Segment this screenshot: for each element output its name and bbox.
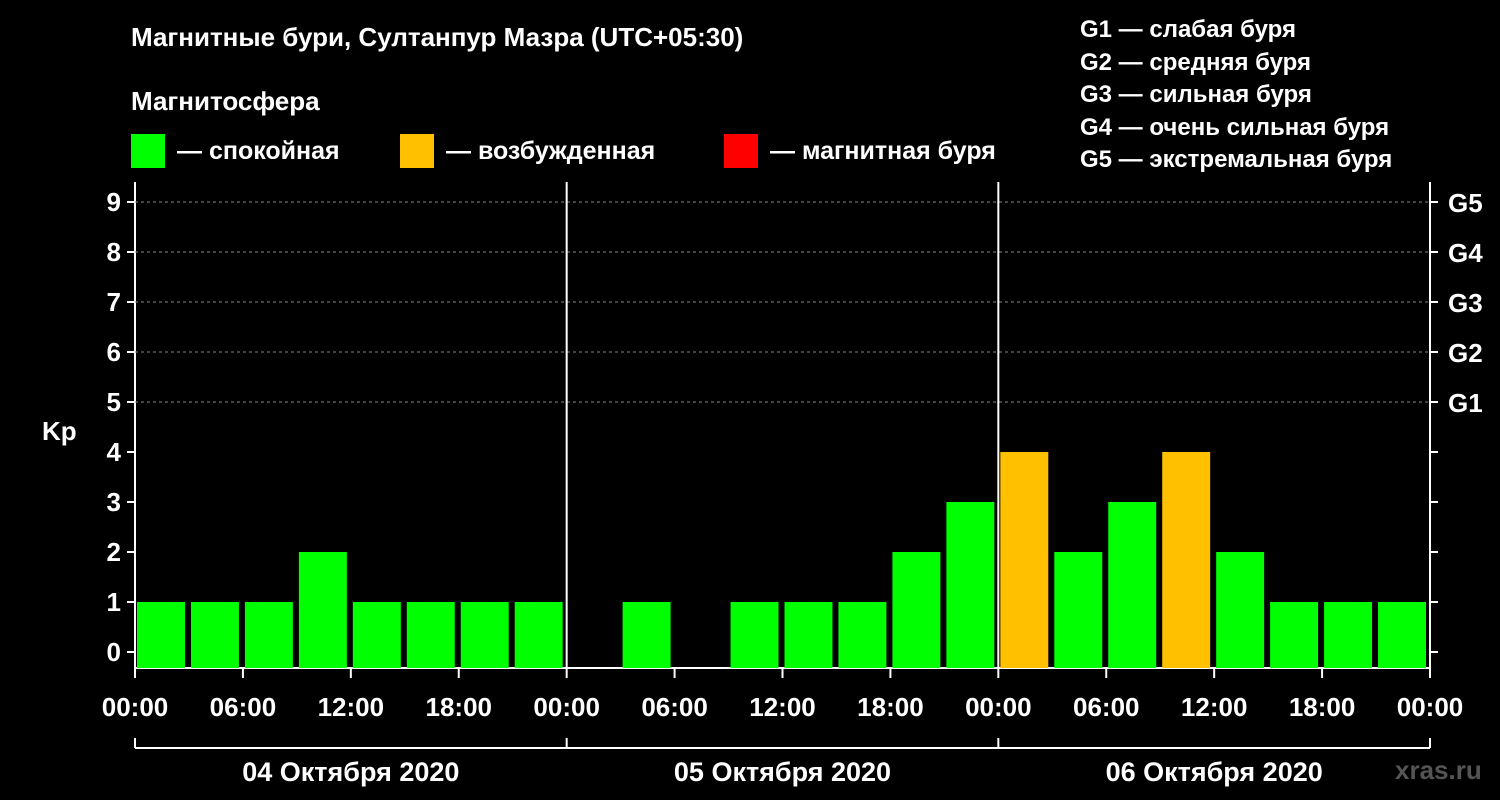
day-label: 04 Октября 2020	[242, 757, 459, 787]
y-tick-label: 8	[107, 237, 121, 267]
kp-bar	[137, 602, 185, 668]
g-level-label: G4	[1448, 238, 1483, 268]
kp-bar	[1378, 602, 1426, 668]
kp-bar	[1162, 452, 1211, 668]
x-tick-label: 00:00	[533, 692, 600, 722]
y-tick-label: 7	[107, 287, 121, 317]
x-tick-label: 00:00	[965, 692, 1032, 722]
kp-bar	[190, 602, 239, 668]
kp-bar	[406, 602, 455, 668]
g-level-label: G2	[1448, 338, 1483, 368]
kp-bar	[1054, 552, 1103, 668]
kp-bar	[1000, 452, 1049, 668]
watermark: xras.ru	[1395, 755, 1482, 785]
x-tick-label: 12:00	[749, 692, 816, 722]
kp-bar	[1216, 552, 1265, 668]
kp-bar	[514, 602, 563, 668]
y-tick-label: 1	[107, 587, 121, 617]
kp-bar-chart: 0 1 2 3 4 5 6 7 8 9 G1 G2 G3 G4 G5 Kp 00:00 06:00 12:00 18:…	[42, 182, 1483, 787]
x-tick-label: 18:00	[1289, 692, 1356, 722]
kp-bar	[352, 602, 401, 668]
kp-bar	[892, 552, 941, 668]
g-level-label: G3	[1448, 288, 1483, 318]
kp-bar	[1324, 602, 1373, 668]
y-tick-label: 0	[107, 637, 121, 667]
y-tick-label: 2	[107, 537, 121, 567]
y-tick-label: 6	[107, 337, 121, 367]
kp-bar	[622, 602, 671, 668]
y-tick-label: 3	[107, 487, 121, 517]
x-tick-label: 18:00	[857, 692, 924, 722]
y-tick-label: 4	[107, 437, 122, 467]
x-tick-label: 12:00	[318, 692, 385, 722]
day-label: 06 Октября 2020	[1106, 757, 1323, 787]
x-tick-label: 06:00	[1073, 692, 1140, 722]
g-level-label: G1	[1448, 388, 1483, 418]
kp-bar	[1108, 502, 1157, 668]
kp-bar	[946, 502, 995, 668]
g-level-label: G5	[1448, 188, 1483, 218]
x-tick-label: 06:00	[210, 692, 277, 722]
y-tick-label: 9	[107, 187, 121, 217]
y-axis-label: Kp	[42, 416, 77, 446]
x-tick-label: 00:00	[1397, 692, 1464, 722]
y-tick-label: 5	[107, 387, 121, 417]
x-tick-label: 18:00	[426, 692, 493, 722]
x-tick-label: 06:00	[641, 692, 708, 722]
kp-bar	[244, 602, 293, 668]
x-tick-label: 12:00	[1181, 692, 1248, 722]
kp-bar	[838, 602, 887, 668]
kp-bar	[730, 602, 779, 668]
day-label: 05 Октября 2020	[674, 757, 891, 787]
kp-bar	[1270, 602, 1319, 668]
kp-bar	[298, 552, 347, 668]
kp-bar	[460, 602, 509, 668]
kp-bar	[784, 602, 833, 668]
x-tick-label: 00:00	[102, 692, 169, 722]
